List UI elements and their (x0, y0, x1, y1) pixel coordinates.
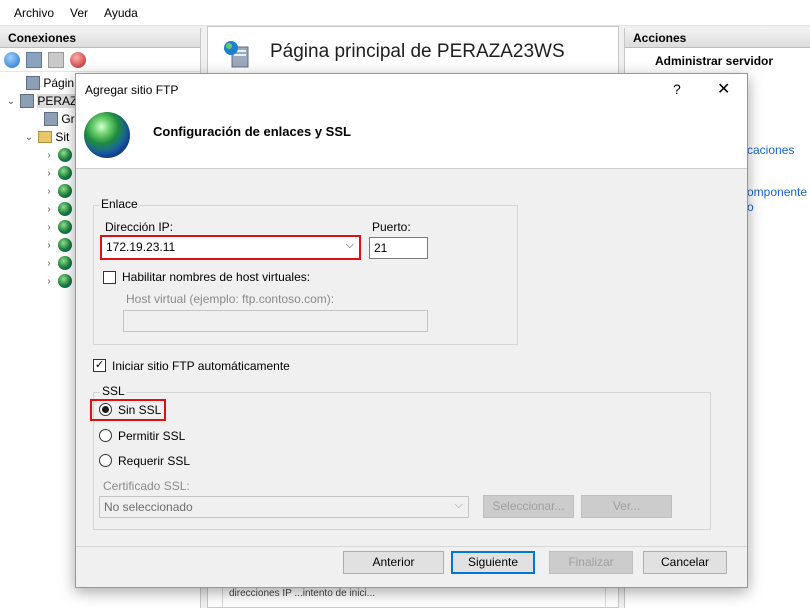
tree-site[interactable]: › (44, 146, 72, 164)
virtual-host-input[interactable] (123, 310, 428, 332)
virtual-host-label: Host virtual (ejemplo: ftp.contoso.com): (126, 292, 335, 306)
virtual-host-checkbox[interactable] (103, 271, 116, 284)
ip-address-select[interactable]: 172.19.23.11 ⌵ (100, 235, 361, 260)
radio-allow-ssl-label: Permitir SSL (118, 429, 186, 443)
tree-site[interactable]: › (44, 182, 72, 200)
page-title: Página principal de PERAZA23WS (270, 41, 565, 62)
autostart-label: Iniciar sitio FTP automáticamente (112, 359, 290, 373)
select-cert-button[interactable]: Seleccionar... (483, 495, 574, 518)
tree-site[interactable]: › (44, 272, 72, 290)
dialog-heading: Configuración de enlaces y SSL (153, 124, 351, 139)
ssl-legend: SSL (100, 384, 127, 398)
tree-site[interactable]: › (44, 236, 72, 254)
dialog-title: Agregar sitio FTP (85, 83, 179, 97)
chevron-right-icon[interactable]: › (44, 186, 54, 197)
server-globe-icon (224, 41, 249, 68)
radio-no-ssl[interactable] (99, 403, 112, 416)
chevron-down-icon: ⌵ (454, 499, 463, 511)
menu-bar: Archivo Ver Ayuda (0, 0, 810, 26)
tree-item-server[interactable]: ⌄ PERAZ (6, 92, 78, 110)
help-button[interactable]: ? (673, 81, 681, 97)
finish-button[interactable]: Finalizar (549, 551, 633, 574)
next-button[interactable]: Siguiente (451, 551, 535, 574)
tree-item-start[interactable]: Págin (26, 74, 74, 92)
chevron-right-icon[interactable]: › (44, 240, 54, 251)
tree-site[interactable]: › (44, 218, 72, 236)
chevron-right-icon[interactable]: › (44, 276, 54, 287)
actions-title: Acciones (625, 28, 810, 48)
chevron-right-icon[interactable]: › (44, 222, 54, 233)
button-separator (76, 546, 747, 547)
dialog-titlebar: Agregar sitio FTP ? ✕ (76, 74, 747, 106)
port-input[interactable]: 21 (369, 237, 428, 259)
view-cert-button[interactable]: Ver... (581, 495, 672, 518)
connections-title: Conexiones (0, 28, 200, 48)
disconnect-icon[interactable] (70, 51, 86, 68)
chevron-down-icon[interactable]: ⌄ (24, 132, 34, 143)
globe-icon (84, 112, 130, 158)
connect-icon[interactable] (4, 51, 20, 68)
app-pools-icon (44, 112, 58, 126)
ssl-cert-select[interactable]: No seleccionado ⌵ (99, 496, 469, 518)
ssl-cert-label: Certificado SSL: (103, 479, 190, 493)
site-globe-icon (58, 274, 72, 288)
actions-link-applications[interactable]: caciones (747, 143, 794, 157)
chevron-right-icon[interactable]: › (44, 204, 54, 215)
actions-link-components-2[interactable]: o (747, 200, 754, 214)
radio-require-ssl-label: Requerir SSL (118, 454, 191, 468)
site-globe-icon (58, 166, 72, 180)
autostart-checkbox[interactable]: ✓ (93, 359, 106, 372)
actions-heading: Administrar servidor (655, 54, 774, 68)
sites-folder-icon (38, 131, 52, 143)
site-globe-icon (58, 238, 72, 252)
tree-site[interactable]: › (44, 164, 72, 182)
ip-address-value: 172.19.23.11 (106, 240, 176, 254)
up-icon[interactable] (48, 51, 64, 68)
menu-ver[interactable]: Ver (62, 6, 96, 20)
connections-toolbar (0, 48, 200, 72)
virtual-host-check-label: Habilitar nombres de host virtuales: (122, 270, 311, 284)
port-label: Puerto: (372, 220, 411, 234)
close-button[interactable]: ✕ (717, 79, 730, 99)
port-value: 21 (374, 241, 388, 255)
start-page-icon (26, 76, 40, 90)
tree-site[interactable]: › (44, 254, 72, 272)
site-globe-icon (58, 202, 72, 216)
chevron-right-icon[interactable]: › (44, 258, 54, 269)
radio-allow-ssl[interactable] (99, 429, 112, 442)
site-globe-icon (58, 184, 72, 198)
site-globe-icon (58, 220, 72, 234)
ip-address-label: Dirección IP: (105, 220, 174, 234)
actions-link-components[interactable]: omponente (747, 185, 807, 199)
server-icon (20, 94, 34, 108)
cancel-button[interactable]: Cancelar (643, 551, 727, 574)
tree-item-groups[interactable]: Gr (44, 110, 75, 128)
site-globe-icon (58, 148, 72, 162)
tree-site[interactable]: › (44, 200, 72, 218)
binding-legend: Enlace (99, 197, 140, 211)
add-ftp-site-dialog: Agregar sitio FTP ? ✕ Configuración de e… (75, 73, 748, 588)
chevron-right-icon[interactable]: › (44, 168, 54, 179)
save-icon[interactable] (26, 51, 42, 68)
menu-ayuda[interactable]: Ayuda (96, 6, 146, 20)
chevron-down-icon[interactable]: ⌄ (6, 96, 16, 107)
radio-no-ssl-label: Sin SSL (118, 403, 162, 417)
tree-item-sites[interactable]: ⌄ Sit (24, 128, 70, 146)
dialog-header: Configuración de enlaces y SSL (76, 106, 747, 169)
radio-require-ssl[interactable] (99, 454, 112, 467)
site-globe-icon (58, 256, 72, 270)
chevron-right-icon[interactable]: › (44, 150, 54, 161)
chevron-down-icon: ⌵ (345, 239, 354, 251)
menu-archivo[interactable]: Archivo (6, 6, 62, 20)
back-button[interactable]: Anterior (343, 551, 444, 574)
